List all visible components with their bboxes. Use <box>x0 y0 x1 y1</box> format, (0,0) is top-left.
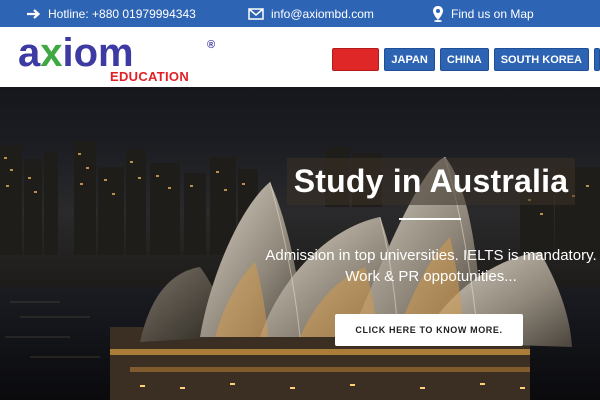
arrow-right-icon <box>26 8 41 20</box>
hero-title: Study in Australia <box>293 163 569 199</box>
hero-description-line-1: Admission in top universities. IELTS is … <box>265 247 597 264</box>
hotline-link[interactable]: Hotline: +880 01979994343 <box>26 0 196 27</box>
logo-subtitle: EDUCATION <box>110 69 190 84</box>
nav-japan[interactable]: JAPAN <box>384 48 435 71</box>
envelope-icon <box>248 7 264 20</box>
logo-wordmark: axiom <box>18 31 134 75</box>
nav-south-korea[interactable]: SOUTH KOREA <box>493 48 589 71</box>
main-nav: HOME JAPAN CHINA SOUTH KOREA <box>332 48 600 71</box>
site-header: axiom EDUCATION ® HOME JAPAN CHINA SOUTH… <box>0 27 600 87</box>
map-link[interactable]: Find us on Map <box>432 0 534 27</box>
axiom-education-logo[interactable]: axiom EDUCATION ® <box>18 33 222 84</box>
map-pin-icon <box>432 5 444 22</box>
email-link[interactable]: info@axiombd.com <box>248 0 374 27</box>
nav-china[interactable]: CHINA <box>439 48 489 71</box>
nav-overflow-item[interactable] <box>594 48 600 71</box>
email-text: info@axiombd.com <box>271 6 374 21</box>
sydney-opera-house-night-image <box>0 141 600 400</box>
title-divider <box>399 218 461 220</box>
hero-banner: Study in Australia Admission in top univ… <box>0 87 600 400</box>
registered-mark: ® <box>207 39 216 51</box>
top-contact-bar: Hotline: +880 01979994343 info@axiombd.c… <box>0 0 600 27</box>
map-text: Find us on Map <box>451 6 534 21</box>
know-more-button[interactable]: CLICK HERE TO KNOW MORE. <box>335 314 523 346</box>
hotline-text: Hotline: +880 01979994343 <box>48 6 196 21</box>
hero-description-line-2: Work & PR oppotunities... <box>345 268 517 285</box>
nav-home[interactable]: HOME <box>332 48 380 71</box>
hero-description: Admission in top universities. IELTS is … <box>262 245 600 287</box>
hero-title-box: Study in Australia <box>287 158 575 205</box>
